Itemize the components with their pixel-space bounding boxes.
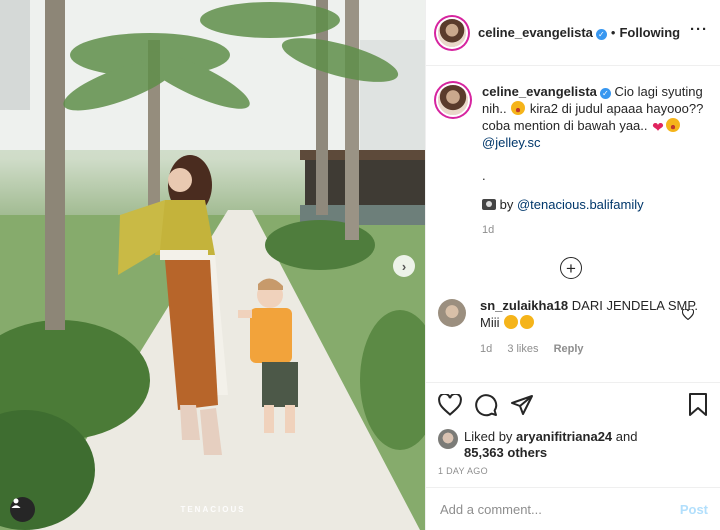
- post-header: celine_evangelista ✓ • Following ···: [426, 0, 720, 66]
- liker-avatar[interactable]: [438, 429, 458, 449]
- caption-username[interactable]: celine_evangelista: [482, 84, 597, 99]
- separator-dot: •: [610, 25, 616, 40]
- camera-emoji-icon: [482, 199, 496, 210]
- comment-item: sn_zulaikha18 DARI JENDELA SMP. Miii 1d …: [438, 297, 704, 358]
- commenter-avatar[interactable]: [438, 299, 466, 327]
- likes-count[interactable]: 85,363 others: [464, 445, 547, 460]
- liked-and: and: [615, 429, 638, 444]
- commenter-username[interactable]: sn_zulaikha18: [480, 298, 568, 313]
- mention-link-jelley[interactable]: @jelley.sc: [482, 135, 540, 150]
- comment-meta: 1d 3 likes Reply: [480, 341, 700, 358]
- clapping-emoji-icon: [504, 315, 519, 329]
- user-tag-icon: [11, 498, 21, 508]
- comment-body: sn_zulaikha18 DARI JENDELA SMP. Miii 1d …: [480, 297, 700, 358]
- photo-watermark: TENACIOUS: [180, 505, 246, 514]
- next-photo-button[interactable]: ›: [393, 255, 415, 277]
- caption-avatar[interactable]: [438, 85, 468, 115]
- author-avatar[interactable]: [438, 18, 466, 47]
- comment-reply-button[interactable]: Reply: [554, 343, 584, 355]
- post-photo[interactable]: TENACIOUS ›: [0, 0, 425, 530]
- like-heart-icon[interactable]: [438, 394, 462, 416]
- caption-body: celine_evangelista ✓ Cio lagi syuting nih…: [482, 83, 704, 239]
- user-tags-button[interactable]: [10, 497, 35, 522]
- plus-circle-icon[interactable]: +: [560, 257, 582, 279]
- liker-username[interactable]: aryanifitriana24: [516, 429, 612, 444]
- add-comment-bar: Post: [426, 487, 720, 530]
- author-username[interactable]: celine_evangelista ✓: [478, 25, 607, 40]
- post-timestamp[interactable]: 1 DAY AGO: [438, 466, 708, 476]
- following-button[interactable]: Following: [619, 25, 680, 40]
- action-icons: [438, 391, 708, 419]
- more-options-icon[interactable]: ···: [690, 21, 708, 44]
- comment-likes[interactable]: 3 likes: [507, 343, 538, 355]
- caption-time[interactable]: 1d: [482, 222, 704, 239]
- load-more-row: +: [438, 257, 704, 279]
- caption: celine_evangelista ✓ Cio lagi syuting nih…: [438, 83, 704, 239]
- red-heart-emoji-icon: ❤: [652, 119, 664, 135]
- comment-like-heart-icon[interactable]: [682, 309, 694, 320]
- wink-emoji-icon: [665, 118, 680, 132]
- share-paper-plane-icon[interactable]: [510, 394, 534, 416]
- add-comment-input[interactable]: [440, 501, 680, 517]
- comments-list[interactable]: celine_evangelista ✓ Cio lagi syuting nih…: [426, 67, 720, 382]
- laughing-emoji-icon: [511, 101, 526, 115]
- post-side-panel: celine_evangelista ✓ • Following ··· celi…: [425, 0, 720, 530]
- photo-illustration: [0, 0, 425, 530]
- caption-by: by: [499, 197, 514, 212]
- likes-summary: Liked by aryanifitriana24 and 85,363 oth…: [438, 429, 708, 461]
- verified-badge-icon: ✓: [595, 29, 607, 40]
- likes-text: Liked by aryanifitriana24 and 85,363 oth…: [464, 429, 637, 461]
- verified-badge-icon: ✓: [599, 88, 611, 99]
- post-actions: Liked by aryanifitriana24 and 85,363 oth…: [426, 382, 720, 478]
- chevron-right-icon: ›: [401, 258, 407, 274]
- post-comment-button[interactable]: Post: [680, 502, 708, 517]
- save-bookmark-icon[interactable]: [688, 393, 708, 417]
- comment-time[interactable]: 1d: [480, 343, 492, 355]
- clapping-emoji-icon: [520, 315, 535, 329]
- liked-by-prefix: Liked by: [464, 429, 513, 444]
- caption-dot: .: [482, 168, 486, 183]
- comment-bubble-icon[interactable]: [474, 393, 498, 417]
- mention-link-tenacious[interactable]: @tenacious.balifamily: [517, 197, 644, 212]
